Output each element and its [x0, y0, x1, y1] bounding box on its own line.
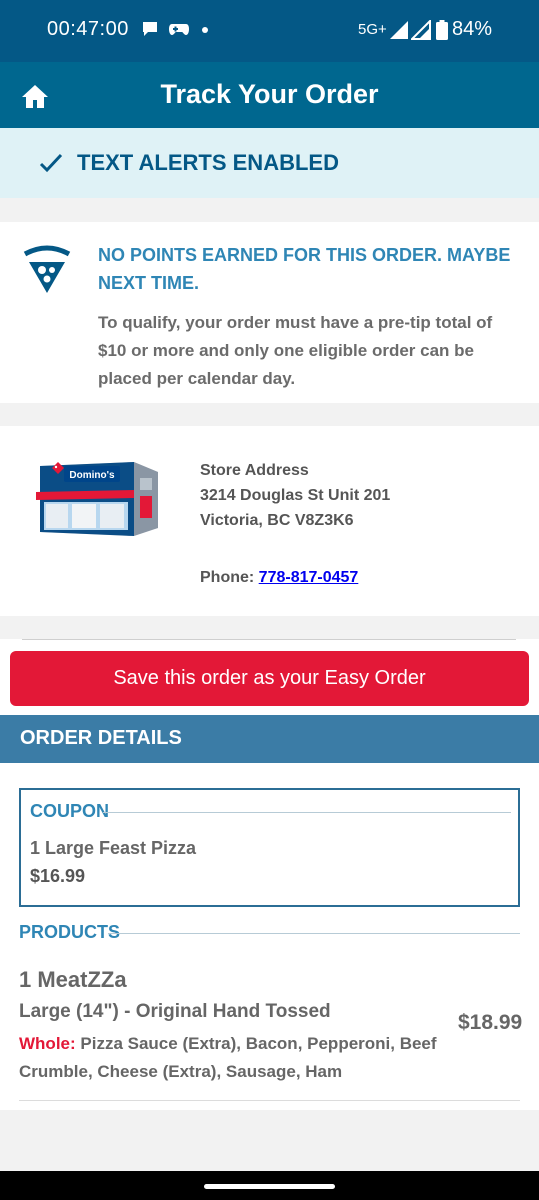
chat-notification-icon [141, 20, 159, 43]
products-label: PRODUCTS [19, 922, 121, 942]
points-card: NO POINTS EARNED FOR THIS ORDER. MAYBE N… [0, 222, 539, 403]
text-alerts-banner: TEXT ALERTS ENABLED [0, 128, 539, 198]
check-icon [38, 151, 64, 180]
coupon-name: 1 Large Feast Pizza [30, 838, 197, 858]
toppings-list: Pizza Sauce (Extra), Bacon, Pepperoni, B… [19, 1034, 437, 1081]
store-phone: Phone: 778-817-0457 [200, 569, 358, 587]
store-address-line1: 3214 Douglas St Unit 201 [200, 487, 391, 504]
status-time: 00:47:00 [47, 18, 129, 40]
section-divider [0, 198, 539, 222]
page-title: Track Your Order [160, 79, 379, 109]
battery-percent: 84% [452, 18, 493, 40]
network-type: 5G+ [358, 21, 387, 38]
rewards-pizza-icon [22, 244, 72, 299]
save-easy-order-button[interactable]: Save this order as your Easy Order [10, 651, 529, 706]
system-nav-bar [0, 1171, 539, 1200]
coupon-box: COUPON 1 Large Feast Pizza $16.99 [19, 788, 520, 907]
store-address: Store Address 3214 Douglas St Unit 201 V… [200, 458, 390, 533]
text-alerts-label: TEXT ALERTS ENABLED [77, 150, 339, 175]
product-price: $18.99 [458, 1011, 523, 1034]
signal-icon [409, 18, 431, 45]
battery-icon [436, 20, 448, 45]
section-divider [0, 403, 539, 426]
points-description: To qualify, your order must have a pre-t… [98, 313, 493, 388]
store-image: Domino's [34, 456, 160, 543]
store-card: Domino's Store Address 3214 Douglas St U… [0, 426, 539, 616]
phone-label: Phone: [200, 569, 255, 586]
dot-icon [202, 27, 208, 33]
coupon-label: COUPON [30, 801, 110, 821]
store-sign-text: Domino's [69, 470, 115, 481]
home-indicator[interactable] [204, 1184, 335, 1189]
divider [22, 639, 516, 640]
coupon-divider [103, 812, 511, 813]
products-divider [108, 933, 520, 934]
phone-link[interactable]: 778-817-0457 [259, 569, 359, 586]
points-title: NO POINTS EARNED FOR THIS ORDER. MAYBE N… [98, 245, 511, 293]
game-controller-icon [168, 20, 190, 43]
page-footer-space [0, 1110, 539, 1171]
whole-label: Whole: [19, 1034, 76, 1053]
signal-icon [389, 20, 409, 45]
store-address-label: Store Address [200, 462, 309, 479]
status-bar: 00:47:00 5G+ 84% [0, 0, 539, 62]
store-address-line2: Victoria, BC V8Z3K6 [200, 512, 354, 529]
order-details-title: ORDER DETAILS [20, 727, 182, 749]
section-divider [0, 616, 539, 639]
product-name: 1 MeatZZa [19, 967, 127, 992]
order-details-header: ORDER DETAILS [0, 715, 539, 763]
coupon-price: $16.99 [30, 866, 86, 886]
product-size: Large (14") - Original Hand Tossed [19, 1001, 331, 1022]
product-toppings: Whole: Pizza Sauce (Extra), Bacon, Peppe… [19, 1030, 444, 1086]
product-divider [19, 1100, 520, 1101]
app-header: Track Your Order [0, 62, 539, 128]
